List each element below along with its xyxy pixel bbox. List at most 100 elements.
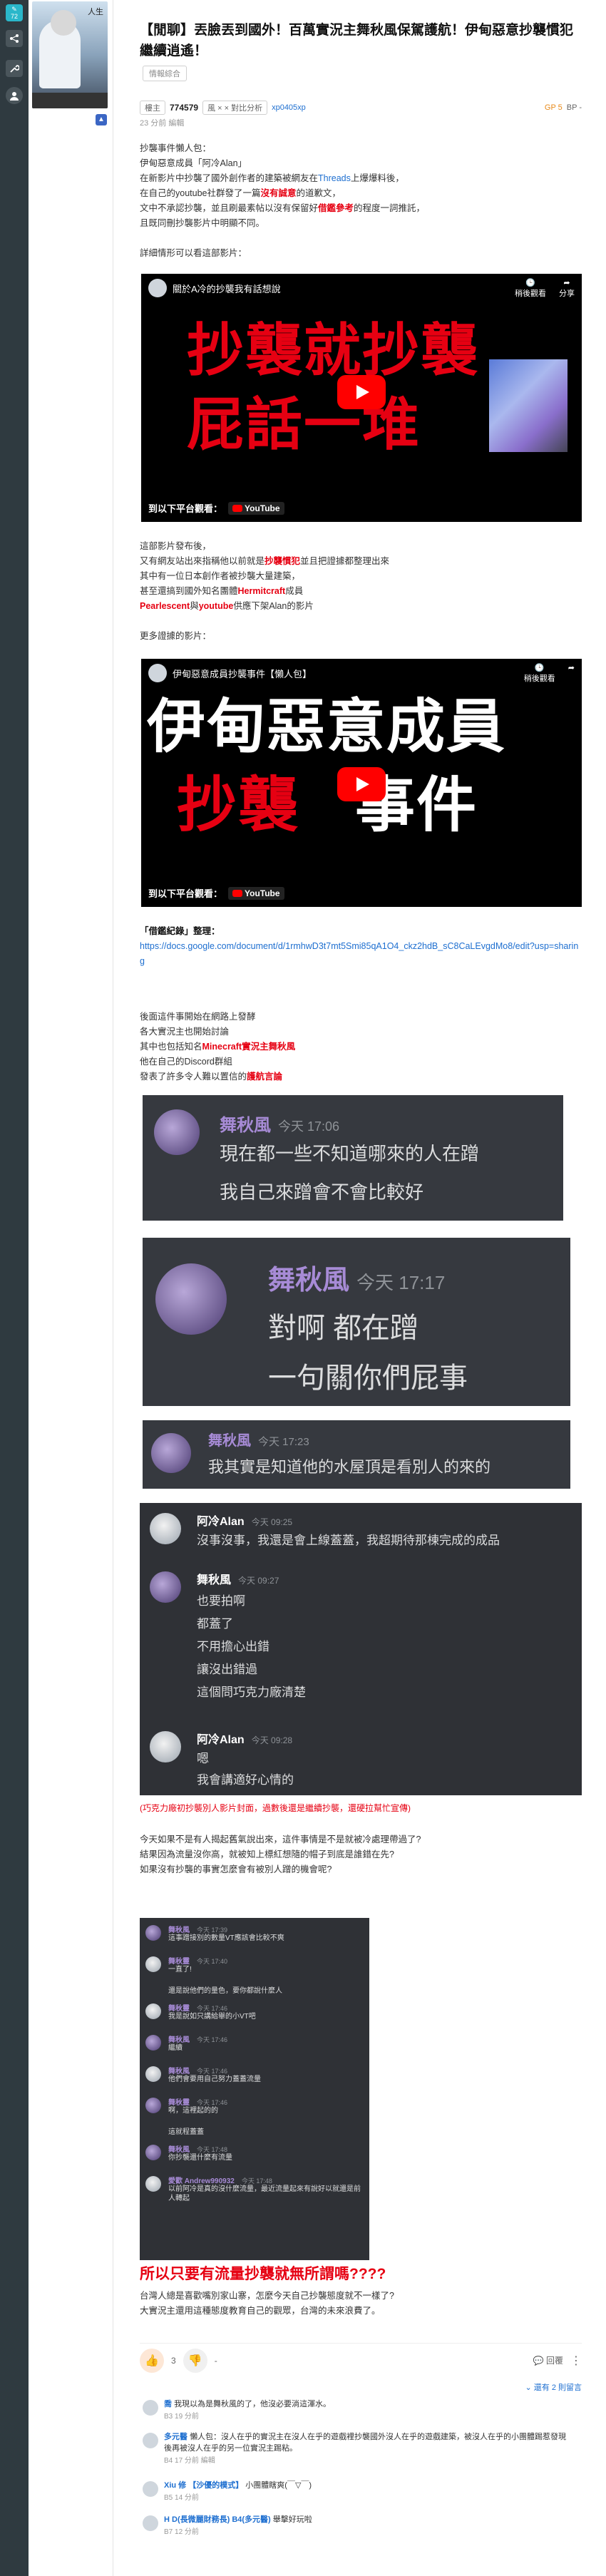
message-text: 都蓋了 [197, 1617, 233, 1631]
video-overlay-line-1: 抄襲就抄襲 [187, 317, 479, 384]
youtube-embed-2[interactable]: 伊甸惡意成員抄襲事件【懶人包】 🕒 稍後觀看 ➦ 伊甸惡意成員 抄襲 事件 到以下… [141, 659, 582, 907]
bp-count[interactable]: BP - [567, 103, 582, 112]
post-tag[interactable]: 情報綜合 [143, 66, 187, 81]
tools-icon[interactable] [6, 60, 23, 77]
share-icon[interactable] [6, 30, 23, 47]
second-paragraph: 這部影片發布後， 又有網友站出來指稱他以前就是抄襲慣犯並且把證據都整理出來 其中… [140, 539, 582, 644]
doc-section: 「借鑑紀錄」整理： https://docs.google.com/docume… [140, 924, 582, 969]
username: 舞秋風 今天 17:39 [168, 1926, 228, 1934]
play-button[interactable] [337, 375, 386, 409]
video-character-art [489, 359, 568, 452]
para-line: 大實況主還用這種態度教育自己的觀眾，台灣的未來浪費了。 [140, 2306, 381, 2316]
dislike-count: - [214, 2355, 217, 2366]
thumbnail-label: 人生 [88, 7, 103, 16]
para-line: 如果沒有抄襲的事實怎麼會有被別人蹭的機會呢? [140, 1864, 332, 1874]
share-button[interactable]: ➦ [568, 663, 575, 684]
action-bar: 👍 3 👎 - 💬 回覆 ⋮ [140, 2343, 582, 2377]
message-text: 也要拍啊 [197, 1594, 245, 1608]
reply-button[interactable]: 💬 回覆 [533, 2354, 563, 2366]
username: 舞秋風 今天 17:06 [220, 1116, 340, 1135]
user-avatar [145, 2066, 161, 2082]
view-replies-link[interactable]: ⌄ 還有 2 則留言 [140, 2381, 582, 2393]
share-button[interactable]: ➦ 分享 [559, 278, 575, 299]
reply-body: 喬 我現以為是舞秋風的了，他沒必要淌這渾水。 [164, 2400, 332, 2408]
watch-later-button[interactable]: 🕒 稍後觀看 [515, 278, 546, 299]
play-button[interactable] [337, 767, 386, 801]
para-line: 台灣人總是喜歡嘴別家山寨，怎麼今天自己抄襲態度就不一樣了? [140, 2291, 394, 2301]
user-avatar [150, 1571, 181, 1603]
thumbnail-bar [32, 93, 108, 108]
reply-avatar[interactable] [143, 2481, 158, 2497]
like-count: 3 [171, 2355, 176, 2366]
reply-item: Xiu 修 【沙優的模式】 小團體瞎爽(￣▽￣) B5 14 分前 [143, 2480, 570, 2508]
watch-on-youtube[interactable]: 到以下平台觀看： YouTube [148, 886, 284, 900]
video-header: 伊甸惡意成員抄襲事件【懶人包】 🕒 稍後觀看 ➦ [141, 659, 582, 687]
youtube-embed-1[interactable]: 關於A冷的抄襲我有話想說 🕒 稍後觀看 ➦ 分享 抄襲就抄襲 屁話一堆 到以下平台觀… [141, 274, 582, 522]
reply-count-button[interactable]: ✎ 72 [6, 4, 23, 21]
red-caption: (巧克力廠初抄襲別人影片封面，過數後還是繼續抄襲，還硬拉幫忙宣傳) [140, 1803, 411, 1813]
reply-meta: B3 19 分前 [164, 2413, 199, 2421]
user-avatar [145, 2176, 161, 2192]
intro-line: 抄襲事件懶人包： [140, 143, 212, 153]
intro-text: 抄襲事件懶人包： 伊甸惡意成員「阿冷Alan」 在新影片中抄襲了國外創作者的建築… [140, 141, 582, 261]
reply-avatar[interactable] [143, 2515, 158, 2531]
message-text: 這個問巧克力廠清楚 [197, 1685, 306, 1699]
user-avatar [145, 2035, 161, 2051]
para-line: 其中有一位日本創作者被抄襲大量建築， [140, 571, 301, 581]
message-text: 我是說如只講給舉的小VT吧 [168, 2013, 256, 2021]
big-red-question: 所以只要有流量抄襲就無所謂嗎???? [140, 2266, 386, 2282]
username: 舞秋靈 今天 17:46 [168, 2099, 228, 2107]
intro-line: 在新影片中抄襲了國外創作者的建築被網友在Threads上爆爆料後， [140, 173, 404, 183]
username: 舞秋風 今天 17:23 [208, 1433, 309, 1449]
more-menu-icon[interactable]: ⋮ [570, 2354, 582, 2368]
user-avatar [145, 1925, 161, 1941]
para-line: 後面這件事開始在網路上發酵 [140, 1012, 256, 1022]
message-text: 我其實是知道他的水屋頂是看別人的來的 [208, 1458, 491, 1476]
message-text: 這就程蓋蓋 [168, 2128, 204, 2136]
para-line: 更多證據的影片： [140, 631, 212, 641]
reply-meta: B7 12 分前 [164, 2528, 199, 2536]
reply-body: 多元醫 懶人包：沒人在乎的實況主在沒人在乎的遊戲裡抄襲國外沒人在乎的遊戲建築，被… [164, 2433, 567, 2453]
message-text: 一直了! [168, 1966, 192, 1974]
username: 舞秋風 今天 17:48 [168, 2146, 228, 2154]
discord-screenshot-3: 舞秋風 今天 17:23 我其實是知道他的水屋頂是看別人的來的 [143, 1420, 570, 1489]
fifth-paragraph: 台灣人總是喜歡嘴別家山寨，怎麼今天自己抄襲態度就不一樣了? 大實況主還用這種態度… [140, 2289, 582, 2319]
user-avatar [154, 1109, 200, 1155]
profile-icon[interactable] [6, 87, 23, 104]
video-overlay-line-2a: 抄襲 [177, 770, 300, 840]
message-text: 不用擔心出錯 [197, 1640, 269, 1653]
video-title[interactable]: 關於A冷的抄襲我有話想說 [173, 282, 281, 295]
message-text: 我會講適好心情的 [197, 1773, 294, 1787]
dislike-icon[interactable]: 👎 [183, 2348, 207, 2373]
watch-on-youtube[interactable]: 到以下平台觀看： YouTube [148, 501, 284, 515]
message-text: 現在都一些不知道哪來的人在蹭 [220, 1143, 480, 1164]
message-text: 以前阿冷是真的沒什麼流量，最近流量起來有說好以就還是前人轉起 [168, 2185, 361, 2202]
para-line: 他在自己的Discord群組 [140, 1057, 232, 1067]
para-line: 結果因為流量沒你高，就被知上標紅想隨的帽子到底是誰錯在先? [140, 1849, 394, 1859]
intro-line: 詳細情形可以看這部影片： [140, 248, 247, 258]
like-icon[interactable]: 👍 [140, 2348, 164, 2373]
user-avatar [150, 1731, 181, 1762]
watch-later-button[interactable]: 🕒 稍後觀看 [524, 663, 555, 684]
para-line: 其中也包括知名Minecraft實況主舞秋風 [140, 1042, 296, 1052]
floor-label: 樓主 [140, 101, 165, 115]
author-id[interactable]: xp0405xp [272, 103, 306, 112]
para-line: Pearlescent與youtube供應下架Alan的影片 [140, 601, 314, 611]
reply-avatar[interactable] [143, 2400, 158, 2416]
reply-avatar[interactable] [143, 2433, 158, 2448]
board-thumbnail[interactable]: 人生 [32, 1, 108, 108]
channel-avatar[interactable] [148, 664, 167, 682]
intro-line: 伊甸惡意成員「阿冷Alan」 [140, 158, 247, 168]
message-text: 啊，這裡起的的 [168, 2107, 218, 2115]
message-list: 也要拍啊 都蓋了 不用擔心出錯 讓沒出錯過 這個問巧克力廠清楚 [197, 1590, 306, 1704]
doc-link[interactable]: https://docs.google.com/document/d/1rmhw… [140, 939, 582, 969]
channel-avatar[interactable] [148, 279, 167, 297]
gp-count[interactable]: GP 5 [545, 103, 563, 112]
message-text: 你抄襲還什麼有流量 [168, 2154, 232, 2162]
username: 舞秋風 今天 17:46 [168, 2036, 228, 2044]
message-text: 我自己來蹭會不會比較好 [220, 1181, 424, 1203]
video-title[interactable]: 伊甸惡意成員抄襲事件【懶人包】 [173, 667, 312, 680]
para-line [140, 614, 582, 629]
clock-icon: 🕒 [525, 278, 535, 287]
para-line: 發表了許多令人難以置信的護航言論 [140, 1072, 283, 1082]
